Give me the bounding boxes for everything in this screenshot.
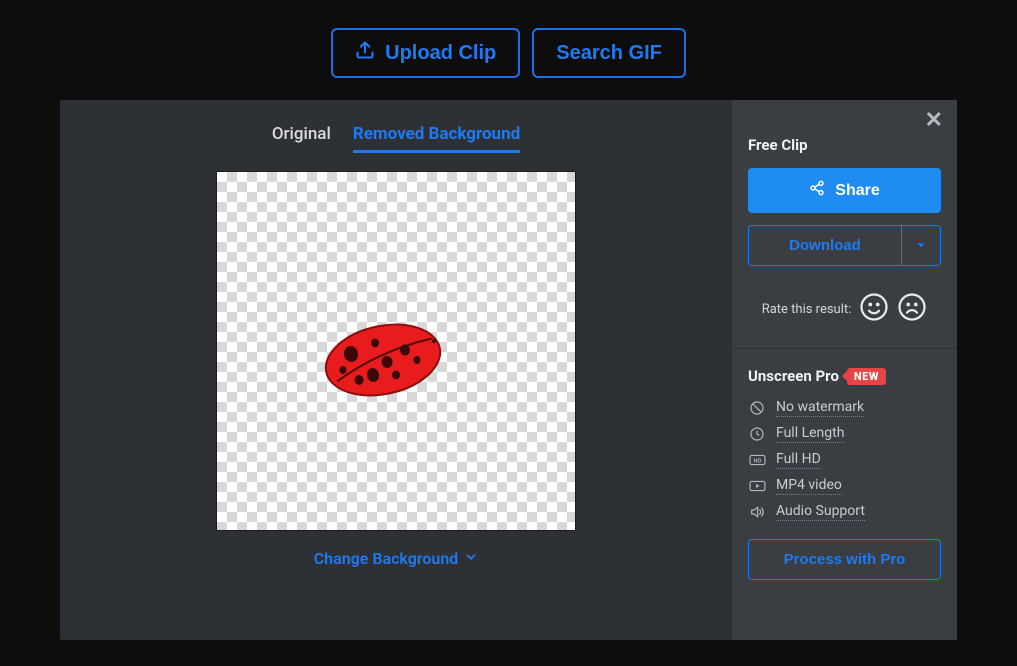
editor-panel: Original Removed Background [60,100,957,640]
new-badge: NEW [847,368,886,385]
no-watermark-icon [748,400,766,416]
rate-label: Rate this result: [762,302,852,317]
preview-area: Original Removed Background [60,100,732,640]
share-icon [809,180,825,201]
mp4-icon [748,480,766,492]
rate-sad-button[interactable] [897,292,927,326]
feature-full-length: Full Length [748,425,941,443]
feature-no-watermark: No watermark [748,399,941,417]
tab-removed-background[interactable]: Removed Background [353,124,520,153]
download-dropdown-button[interactable] [901,225,941,266]
sidebar: ✕ Free Clip Share Download Rate this res… [732,100,957,640]
full-hd-icon: HD [748,454,766,466]
share-label: Share [835,182,879,200]
feature-label: Full HD [776,451,821,469]
tab-original[interactable]: Original [272,124,331,153]
feature-full-hd: HD Full HD [748,451,941,469]
chevron-down-icon [464,549,478,568]
change-background-label: Change Background [314,549,459,568]
preview-canvas [216,171,576,531]
feature-label: No watermark [776,399,864,417]
caret-down-icon [916,238,926,253]
pro-section: Unscreen Pro NEW No watermark Full Lengt… [732,348,957,598]
feature-label: Audio Support [776,503,865,521]
search-gif-button[interactable]: Search GIF [532,28,686,78]
change-background-button[interactable]: Change Background [314,549,479,568]
audio-icon [748,504,766,520]
close-icon: ✕ [925,108,943,133]
close-button[interactable]: ✕ [919,106,949,135]
result-image [321,320,451,409]
preview-tabs: Original Removed Background [272,124,520,153]
pro-feature-list: No watermark Full Length HD Full HD [748,399,941,521]
full-length-icon [748,426,766,442]
pro-title: Unscreen Pro [748,367,839,385]
free-clip-section: Free Clip Share Download Rate this resul… [732,100,957,348]
upload-icon [355,40,375,66]
svg-text:HD: HD [753,458,761,464]
search-gif-label: Search GIF [556,42,662,64]
rate-row: Rate this result: [748,292,941,326]
upload-clip-label: Upload Clip [385,42,496,65]
feature-mp4: MP4 video [748,477,941,495]
free-clip-title: Free Clip [748,136,941,154]
feature-label: Full Length [776,425,844,443]
upload-clip-button[interactable]: Upload Clip [331,28,520,78]
download-button[interactable]: Download [748,225,901,266]
rate-happy-button[interactable] [859,292,889,326]
download-group: Download [748,225,941,266]
feature-audio: Audio Support [748,503,941,521]
process-with-pro-button[interactable]: Process with Pro [748,539,941,580]
feature-label: MP4 video [776,477,842,495]
share-button[interactable]: Share [748,168,941,213]
